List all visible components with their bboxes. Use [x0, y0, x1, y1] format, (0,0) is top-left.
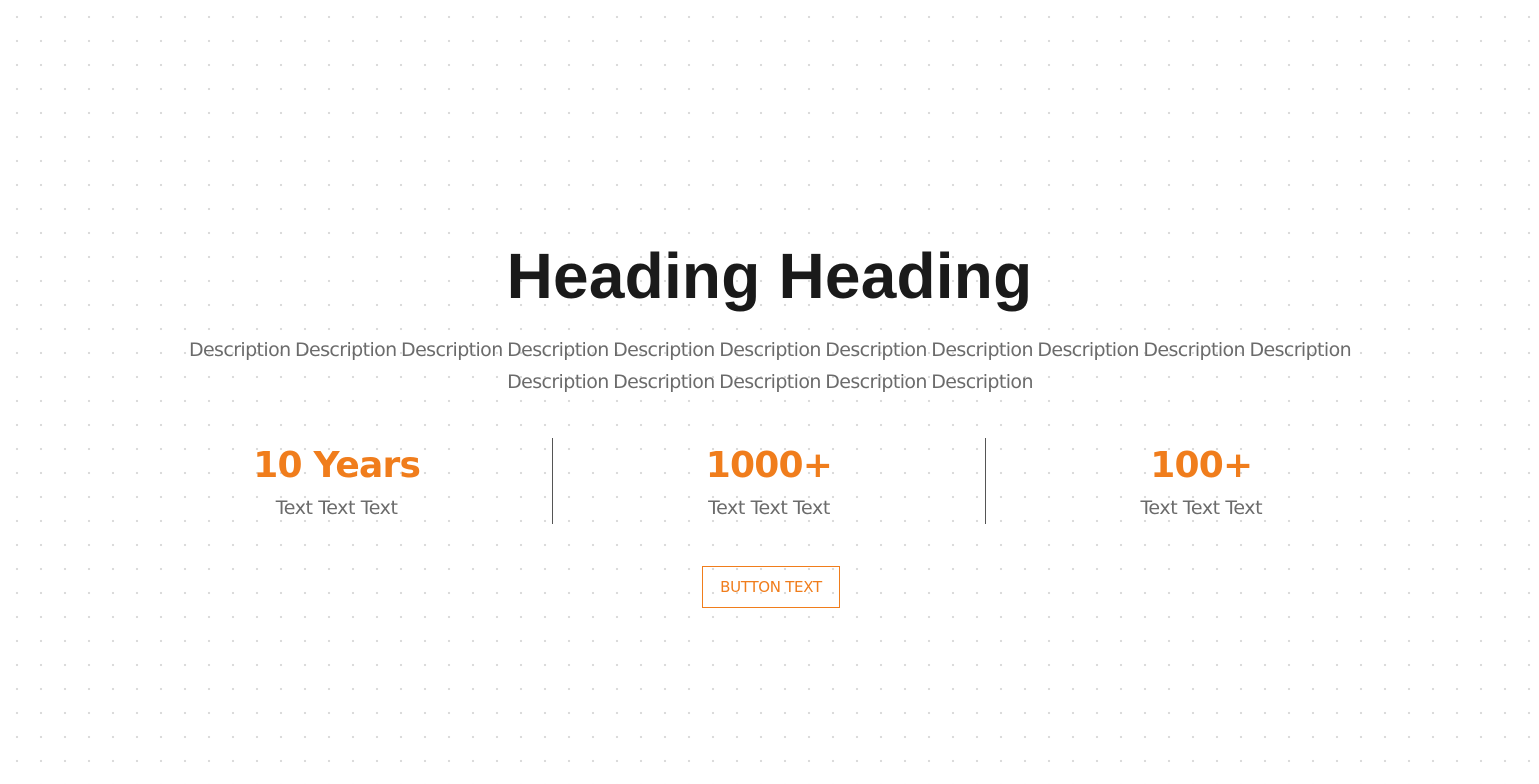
- stat-label: Text Text Text: [708, 497, 830, 519]
- stat-value: 1000+: [705, 445, 833, 486]
- cta-button[interactable]: BUTTON TEXT: [702, 566, 840, 608]
- hero-section: Heading Heading Description Description …: [0, 0, 1539, 784]
- stat-label: Text Text Text: [275, 497, 398, 519]
- page-heading: Heading Heading: [506, 240, 1033, 312]
- stat-item-count: 1000+ Text Text Text: [552, 438, 984, 524]
- hero-description: Description Description Description Desc…: [188, 339, 1352, 393]
- stat-value: 10 Years: [253, 445, 421, 486]
- stat-item-years: 10 Years Text Text Text: [121, 438, 552, 524]
- stats-row: 10 Years Text Text Text 1000+ Text Text …: [121, 438, 1417, 524]
- stat-item-hundred: 100+ Text Text Text: [984, 438, 1417, 524]
- stat-label: Text Text Text: [1140, 497, 1263, 519]
- stat-value: 100+: [1150, 445, 1253, 486]
